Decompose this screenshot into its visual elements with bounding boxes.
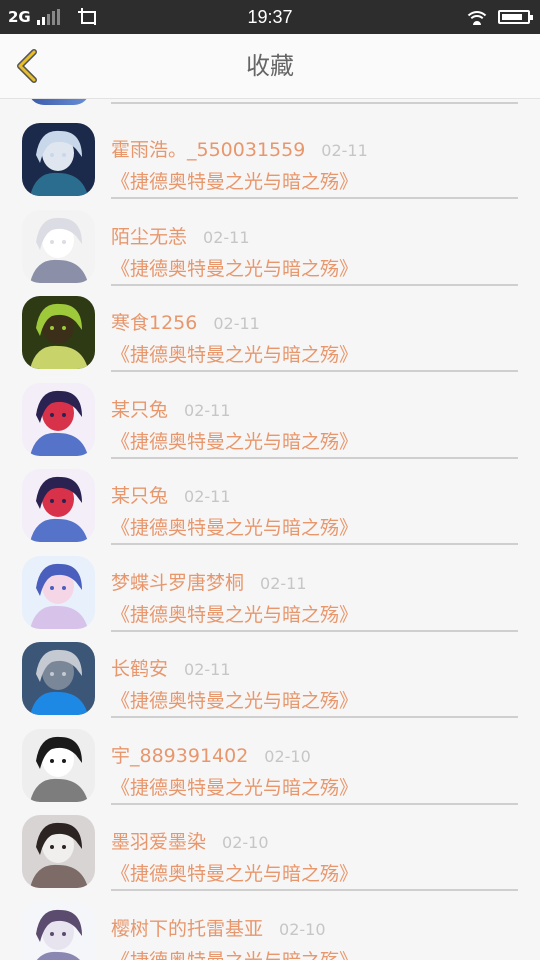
list-item[interactable]: 陌尘无恙 02-11 《捷德奥特曼之光与暗之殇》 xyxy=(0,194,540,286)
avatar[interactable] xyxy=(22,815,95,888)
list-item[interactable]: 长鹤安 02-11 《捷德奥特曼之光与暗之殇》 xyxy=(0,626,540,718)
list-item[interactable]: 宇_889391402 02-10 《捷德奥特曼之光与暗之殇》 xyxy=(0,713,540,805)
avatar[interactable] xyxy=(22,209,95,283)
story-title-link[interactable]: 《捷德奥特曼之光与暗之殇》 xyxy=(111,340,358,367)
item-date: 02-11 xyxy=(260,573,307,593)
item-header: 梦蝶斗罗唐梦桐 02-11 xyxy=(111,568,307,598)
item-date: 02-11 xyxy=(184,400,231,420)
item-header: 寒食1256 02-11 xyxy=(111,308,260,338)
avatar[interactable] xyxy=(22,901,95,960)
item-header: 宇_889391402 02-10 xyxy=(111,741,311,771)
list-item-partial xyxy=(0,99,540,107)
battery-level-fill xyxy=(502,14,522,20)
row-divider xyxy=(111,102,518,104)
story-title-link[interactable]: 《捷德奥特曼之光与暗之殇》 xyxy=(111,254,358,281)
item-header: 长鹤安 02-11 xyxy=(111,654,231,684)
status-bar: 2G 19:37 xyxy=(0,0,540,34)
story-title-link[interactable]: 《捷德奥特曼之光与暗之殇》 xyxy=(111,600,358,627)
story-title-link[interactable]: 《捷德奥特曼之光与暗之殇》 xyxy=(111,513,358,540)
clock: 19:37 xyxy=(247,7,293,27)
avatar xyxy=(28,99,90,105)
username[interactable]: 梦蝶斗罗唐梦桐 xyxy=(111,568,244,595)
avatar[interactable] xyxy=(22,469,95,542)
list-item[interactable]: 某只兔 02-11 《捷德奥特曼之光与暗之殇》 xyxy=(0,367,540,459)
item-header: 陌尘无恙 02-11 xyxy=(111,222,250,252)
list-item[interactable]: 樱树下的托雷基亚 02-10 《捷德奥特曼之光与暗之殇》 xyxy=(0,886,540,960)
status-right xyxy=(466,0,533,34)
item-header: 樱树下的托雷基亚 02-10 xyxy=(111,914,326,944)
list-item[interactable]: 霍雨浩。_550031559 02-11 《捷德奥特曼之光与暗之殇》 xyxy=(0,107,540,199)
username[interactable]: 墨羽爱墨染 xyxy=(111,827,206,854)
item-header: 墨羽爱墨染 02-10 xyxy=(111,827,269,857)
item-date: 02-11 xyxy=(203,227,250,247)
story-title-link[interactable]: 《捷德奥特曼之光与暗之殇》 xyxy=(111,859,358,886)
favorites-list[interactable]: 霍雨浩。_550031559 02-11 《捷德奥特曼之光与暗之殇》 陌尘无恙 02-1… xyxy=(0,99,540,960)
list-item[interactable]: 某只兔 02-11 《捷德奥特曼之光与暗之殇》 xyxy=(0,453,540,545)
avatar[interactable] xyxy=(22,382,95,456)
story-title-link[interactable]: 《捷德奥特曼之光与暗之殇》 xyxy=(111,686,358,713)
story-title-link[interactable]: 《捷德奥特曼之光与暗之殇》 xyxy=(111,427,358,454)
story-title-link[interactable]: 《捷德奥特曼之光与暗之殇》 xyxy=(111,773,358,800)
wifi-icon xyxy=(466,9,488,25)
item-header: 某只兔 02-11 xyxy=(111,481,231,511)
story-title-link[interactable]: 《捷德奥特曼之光与暗之殇》 xyxy=(111,946,358,960)
username[interactable]: 长鹤安 xyxy=(111,654,168,681)
username[interactable]: 霍雨浩。_550031559 xyxy=(111,135,305,162)
list-item[interactable]: 梦蝶斗罗唐梦桐 02-11 《捷德奥特曼之光与暗之殇》 xyxy=(0,540,540,632)
item-date: 02-11 xyxy=(321,141,368,160)
avatar[interactable] xyxy=(22,642,95,715)
avatar[interactable] xyxy=(22,728,95,802)
list-item[interactable]: 寒食1256 02-11 《捷德奥特曼之光与暗之殇》 xyxy=(0,280,540,372)
item-date: 02-10 xyxy=(279,919,326,939)
username[interactable]: 某只兔 xyxy=(111,395,168,422)
avatar[interactable] xyxy=(22,296,95,369)
username[interactable]: 樱树下的托雷基亚 xyxy=(111,914,263,941)
item-date: 02-11 xyxy=(184,487,231,506)
nav-bar: 收藏 xyxy=(0,34,540,99)
page-title: 收藏 xyxy=(246,52,294,80)
item-date: 02-11 xyxy=(213,314,260,333)
username[interactable]: 陌尘无恙 xyxy=(111,222,187,249)
item-date: 02-10 xyxy=(222,833,269,852)
item-date: 02-10 xyxy=(264,746,311,766)
avatar[interactable] xyxy=(22,123,95,196)
item-header: 霍雨浩。_550031559 02-11 xyxy=(111,135,368,165)
battery-icon xyxy=(498,10,533,24)
username[interactable]: 寒食1256 xyxy=(111,308,197,335)
item-header: 某只兔 02-11 xyxy=(111,395,231,425)
list-item[interactable]: 墨羽爱墨染 02-10 《捷德奥特曼之光与暗之殇》 xyxy=(0,799,540,891)
username[interactable]: 某只兔 xyxy=(111,481,168,508)
story-title-link[interactable]: 《捷德奥特曼之光与暗之殇》 xyxy=(111,167,358,194)
avatar[interactable] xyxy=(22,555,95,629)
username[interactable]: 宇_889391402 xyxy=(111,741,248,768)
item-date: 02-11 xyxy=(184,660,231,679)
